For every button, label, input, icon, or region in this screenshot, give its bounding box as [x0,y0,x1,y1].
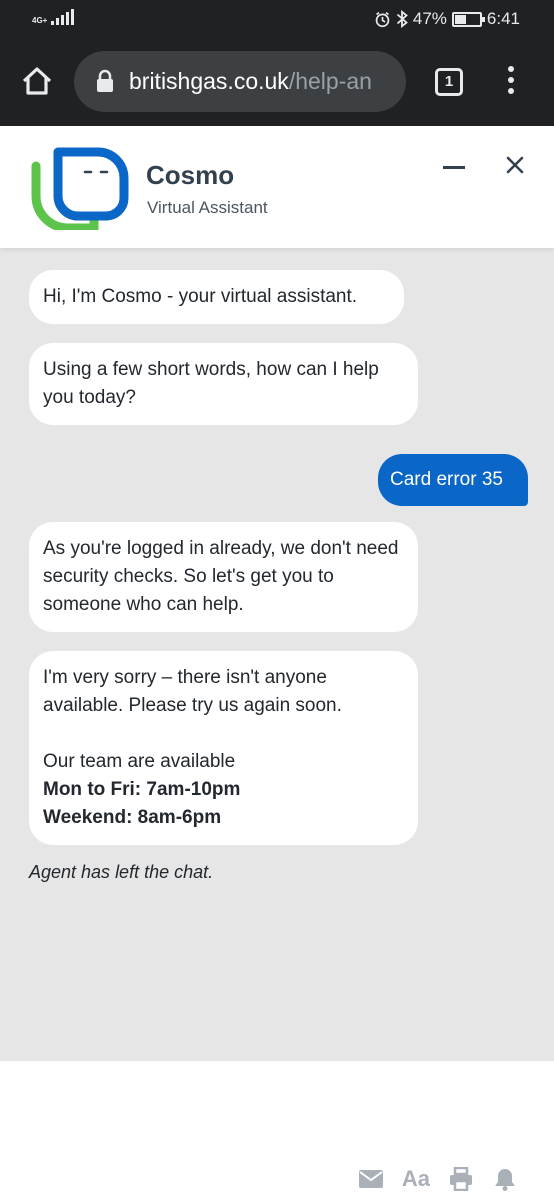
bot-message: Hi, I'm Cosmo - your virtual assistant. [29,270,404,324]
assistant-subtitle: Virtual Assistant [147,198,268,217]
cosmo-logo-icon [31,147,129,230]
bluetooth-icon [396,10,408,28]
bell-icon[interactable] [492,1166,518,1192]
email-icon[interactable] [358,1166,384,1192]
url-path: /help-an [288,68,372,94]
status-right: 47% 6:41 [374,9,520,29]
font-size-button[interactable]: Aa [402,1166,430,1192]
unavailable-text: I'm very sorry – there isn't anyone avai… [43,667,342,716]
system-note: Agent has left the chat. [29,862,214,882]
chat-transcript[interactable]: Hi, I'm Cosmo - your virtual assistant. … [0,248,554,1061]
close-icon[interactable] [504,154,526,176]
network-type: 4G+ [32,16,48,25]
bot-message-availability: I'm very sorry – there isn't anyone avai… [29,651,418,845]
team-available-text: Our team are available [43,751,236,772]
assistant-name: Cosmo [146,160,235,190]
tab-switcher-button[interactable]: 1 [435,68,463,96]
print-icon[interactable] [448,1166,474,1192]
bot-message: As you're logged in already, we don't ne… [29,522,418,632]
footer-toolbar: Aa [358,1166,518,1192]
minimize-button[interactable] [443,166,465,169]
signal-icon: 4G+ [32,9,75,25]
battery-percent: 47% [412,9,447,28]
alarm-icon [375,11,390,27]
battery-icon [451,11,485,27]
chat-footer: Aa [0,1061,554,1200]
url-domain: britishgas.co.uk [129,68,289,94]
weekday-hours: Mon to Fri: 7am-10pm [43,779,241,800]
weekend-hours: Weekend: 8am-6pm [43,807,222,828]
user-message: Card error 35 [378,454,528,506]
chat-header: Cosmo Virtual Assistant [0,126,554,248]
url-text: britishgas.co.uk/help-an [129,68,372,95]
browser-toolbar: britishgas.co.uk/help-an 1 [0,40,554,126]
lock-icon [97,69,113,92]
address-bar[interactable]: britishgas.co.uk/help-an [74,51,406,112]
home-icon[interactable] [20,64,54,98]
status-bar: 4G+ 47% 6:41 [0,0,554,40]
clock: 6:41 [486,9,520,28]
more-menu-icon[interactable] [500,66,522,100]
bot-message: Using a few short words, how can I help … [29,343,418,425]
